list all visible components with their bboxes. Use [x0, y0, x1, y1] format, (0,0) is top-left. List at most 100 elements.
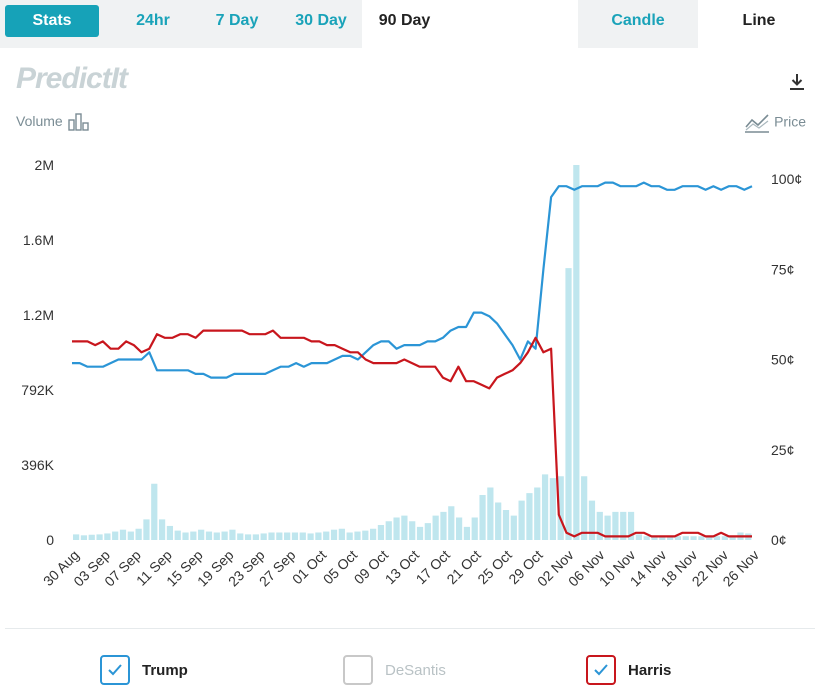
volume-bar — [127, 531, 134, 540]
volume-bar — [323, 531, 330, 540]
volume-bar — [541, 474, 549, 540]
volume-bar — [221, 531, 228, 540]
legend-label-trump: Trump — [142, 661, 188, 679]
tab-candle[interactable]: Candle — [578, 0, 698, 48]
volume-bar — [135, 528, 142, 540]
left-axis-tick-label: 1.6M — [23, 232, 54, 248]
volume-bar — [143, 519, 150, 540]
volume-bar — [588, 500, 596, 540]
x-axis-tick-label: 13 Oct — [382, 547, 423, 588]
volume-bar — [409, 521, 416, 540]
line-chart-icon — [745, 114, 770, 133]
legend-item-harris[interactable]: Harris — [586, 655, 671, 685]
volume-bar — [362, 530, 369, 540]
volume-bar — [315, 532, 322, 540]
volume-bar — [205, 531, 213, 540]
volume-bar — [96, 534, 103, 540]
volume-bar — [338, 528, 345, 540]
left-axis-tick-label: 1.2M — [23, 307, 54, 323]
volume-label: Volume — [16, 113, 63, 129]
x-axis-tick-label: 09 Oct — [351, 547, 392, 588]
trump-checkbox[interactable] — [100, 655, 130, 685]
volume-bar — [534, 487, 541, 540]
left-axis-tick-label: 792K — [21, 382, 54, 398]
stats-button[interactable]: Stats — [5, 5, 99, 37]
volume-bar — [401, 515, 408, 540]
volume-bar — [377, 525, 385, 540]
legend-label-harris: Harris — [628, 661, 672, 679]
price-label: Price — [774, 113, 806, 130]
volume-bar — [73, 534, 80, 540]
volume-bar — [635, 534, 642, 540]
volume-bar — [690, 536, 697, 540]
volume-bar — [284, 532, 291, 540]
desantis-checkbox[interactable] — [343, 655, 373, 685]
volume-bar — [229, 529, 236, 540]
volume-bar — [166, 525, 174, 540]
volume-bar — [721, 536, 728, 540]
volume-bar — [370, 528, 377, 540]
volume-bar — [182, 532, 189, 540]
volume-bar — [385, 521, 392, 540]
bar-chart-icon — [67, 113, 89, 131]
volume-bar — [440, 511, 447, 540]
volume-bar — [432, 515, 439, 540]
tab-7-day[interactable]: 7 Day — [196, 0, 278, 48]
volume-bar — [112, 531, 119, 540]
price-legend: Price — [744, 113, 806, 133]
volume-bar — [268, 532, 275, 540]
volume-bar — [549, 478, 556, 540]
volume-bar — [393, 517, 400, 540]
volume-bar — [643, 536, 650, 540]
tab-30-day[interactable]: 30 Day — [280, 0, 362, 48]
volume-bar — [174, 530, 181, 540]
volume-bar — [471, 517, 478, 540]
volume-bar — [252, 534, 259, 540]
harris-checkbox[interactable] — [586, 655, 616, 685]
volume-bar — [198, 529, 205, 540]
volume-bar — [80, 535, 88, 540]
volume-bar — [487, 487, 494, 540]
legend-label-desantis: DeSantis — [385, 661, 446, 679]
checkmark-icon — [594, 664, 608, 676]
right-axis-tick-label: 25¢ — [771, 442, 794, 458]
tab-line[interactable]: Line — [698, 0, 820, 48]
right-axis-tick-label: 75¢ — [771, 261, 794, 277]
volume-bar — [151, 483, 158, 540]
volume-bar — [479, 495, 486, 540]
volume-bar — [346, 532, 353, 540]
tab-24hr[interactable]: 24hr — [112, 0, 194, 48]
tab-90-day[interactable]: 90 Day — [362, 0, 447, 48]
volume-bar — [299, 532, 306, 540]
volume-bar — [573, 165, 580, 540]
volume-bar — [260, 533, 267, 540]
volume-bar — [330, 529, 338, 540]
volume-bar — [416, 526, 424, 540]
right-axis-tick-label: 50¢ — [771, 352, 794, 368]
volume-bar — [518, 500, 525, 540]
volume-bar — [526, 493, 533, 540]
download-icon[interactable] — [788, 73, 806, 91]
volume-bar — [682, 536, 689, 540]
volume-bar — [502, 510, 510, 540]
volume-bar — [88, 534, 95, 540]
legend-item-desantis[interactable]: DeSantis — [343, 655, 446, 685]
series-line-harris — [72, 329, 752, 538]
legend-item-trump[interactable]: Trump — [100, 655, 188, 685]
right-axis-tick-label: 0¢ — [771, 532, 787, 548]
x-axis-tick-label: 01 Oct — [289, 547, 330, 588]
x-axis-tick-label: 17 Oct — [413, 547, 454, 588]
volume-bar — [495, 502, 502, 540]
series-line-trump — [72, 181, 753, 379]
volume-bar — [448, 506, 455, 540]
volume-bar — [307, 533, 314, 540]
volume-bar — [158, 519, 166, 540]
volume-bar — [119, 529, 127, 540]
volume-bar — [244, 534, 252, 540]
volume-bar — [354, 531, 361, 540]
volume-bar — [455, 517, 463, 540]
volume-bar — [565, 268, 572, 540]
volume-legend: Volume — [16, 113, 91, 131]
volume-bar — [698, 536, 705, 540]
left-axis-tick-label: 396K — [21, 457, 54, 473]
